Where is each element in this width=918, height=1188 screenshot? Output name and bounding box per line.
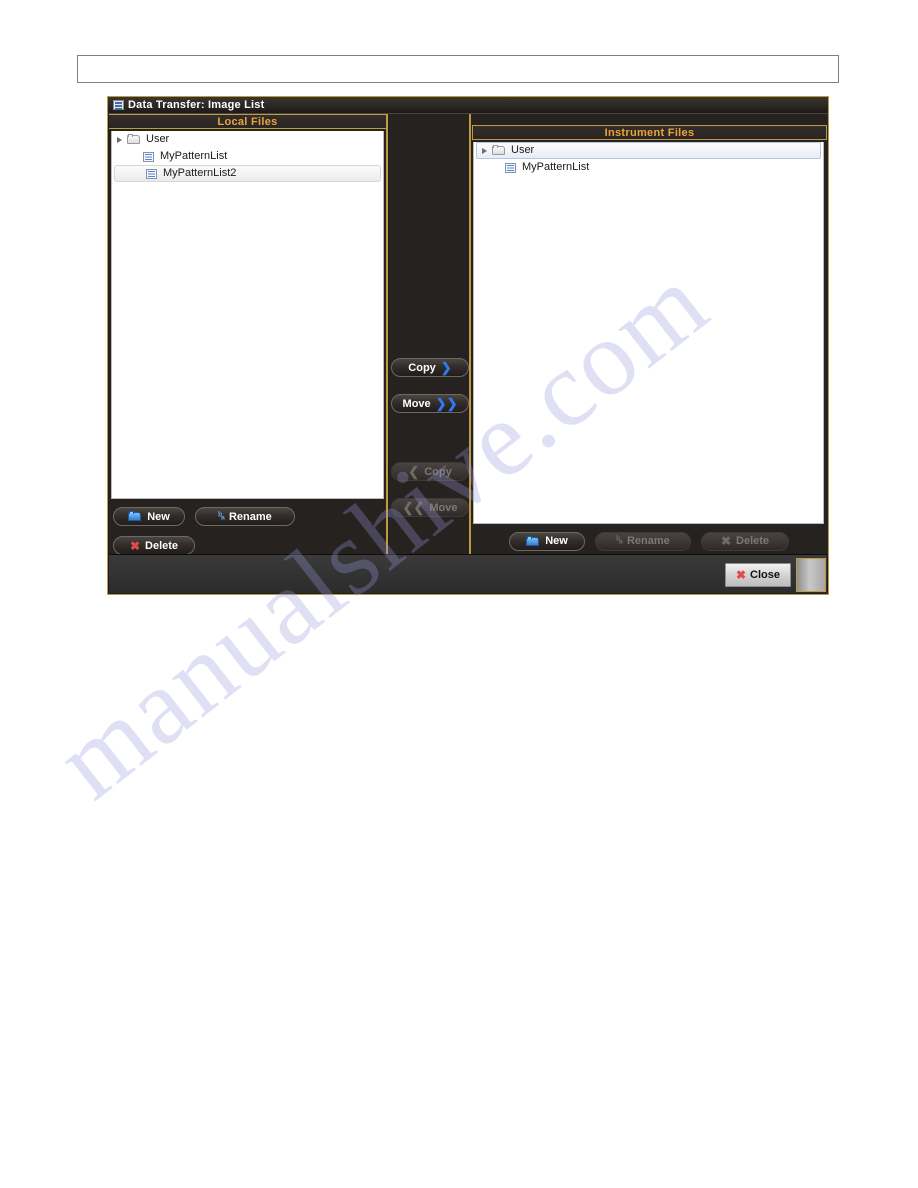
rename-button-instrument: ᵇₐ Rename (595, 531, 691, 551)
list-icon (143, 151, 154, 162)
list-item[interactable]: MyPatternList (112, 148, 383, 165)
status-bar: ✖ Close (109, 554, 827, 593)
close-button[interactable]: ✖ Close (725, 563, 791, 587)
copy-to-instrument-label: Copy (408, 361, 436, 374)
list-icon (505, 162, 516, 173)
new-button-instrument[interactable]: New (509, 531, 585, 551)
close-icon: ✖ (129, 538, 141, 553)
copy-to-instrument-button[interactable]: Copy ❯ (391, 358, 469, 377)
resize-grip[interactable] (796, 558, 826, 592)
delete-button-instrument: ✖ Delete (701, 531, 789, 551)
transfer-buttons-column: Copy ❯ Move ❯❯ ❮ Copy ❮❮ Move (389, 114, 471, 555)
list-item-label: User (146, 133, 170, 145)
move-to-local-label: Move (429, 501, 458, 514)
list-item[interactable]: User (112, 131, 383, 148)
local-files-list[interactable]: User MyPatternList MyPatternList2 (111, 131, 384, 499)
dialog-body: Local Files User MyPatternList MyPattern… (108, 114, 828, 594)
rename-button-instrument-label: Rename (626, 535, 670, 547)
new-button-local[interactable]: New (113, 507, 185, 526)
delete-button-local[interactable]: ✖ Delete (113, 536, 195, 555)
list-item-label: User (511, 144, 535, 156)
copy-to-local-label: Copy (424, 465, 452, 478)
local-files-header: Local Files (109, 114, 386, 129)
rename-button-local-label: Rename (228, 510, 272, 523)
new-button-instrument-label: New (545, 535, 568, 547)
rename-icon: ᵇₐ (616, 535, 623, 546)
instrument-files-list[interactable]: User MyPatternList (473, 142, 824, 524)
folder-icon (526, 535, 540, 547)
chevron-right-icon: ❯ (440, 360, 452, 375)
rename-button-local[interactable]: ᵇₐ Rename (195, 507, 295, 526)
chevron-left-icon: ❮ (408, 464, 420, 479)
close-button-label: Close (750, 569, 781, 581)
list-item-selected[interactable]: User (476, 142, 821, 159)
chevron-down-icon[interactable] (482, 147, 487, 154)
chevron-double-left-icon: ❮❮ (402, 500, 425, 515)
window-title: Data Transfer: Image List (128, 98, 265, 111)
chevron-down-icon[interactable] (117, 136, 122, 143)
instrument-files-button-bar: New ᵇₐ Rename ✖ Delete (473, 527, 824, 555)
delete-button-instrument-label: Delete (736, 535, 770, 547)
list-item[interactable]: MyPatternList (474, 159, 823, 176)
window-title-bar: Data Transfer: Image List (108, 97, 828, 114)
close-icon: ✖ (735, 568, 747, 582)
close-icon: ✖ (720, 534, 732, 548)
folder-icon (492, 145, 506, 156)
instrument-files-panel: Instrument Files User MyPatternList New (471, 114, 828, 555)
list-icon (146, 168, 157, 179)
move-to-instrument-button[interactable]: Move ❯❯ (391, 394, 469, 413)
list-icon (113, 100, 124, 110)
rename-icon: ᵇₐ (218, 510, 225, 522)
chevron-double-right-icon: ❯❯ (435, 396, 458, 411)
move-to-instrument-label: Move (402, 397, 431, 410)
move-to-local-button: ❮❮ Move (391, 498, 469, 517)
page-header-box (77, 55, 839, 83)
list-item-label: MyPatternList (522, 161, 590, 173)
list-item-label: MyPatternList (160, 150, 228, 162)
delete-button-local-label: Delete (145, 539, 179, 552)
copy-to-local-button: ❮ Copy (391, 462, 469, 481)
instrument-files-header: Instrument Files (472, 125, 827, 140)
local-files-panel: Local Files User MyPatternList MyPattern… (109, 114, 388, 571)
new-button-local-label: New (147, 510, 170, 523)
folder-icon (128, 511, 142, 522)
list-item-selected[interactable]: MyPatternList2 (114, 165, 381, 182)
data-transfer-dialog: Data Transfer: Image List Local Files Us… (107, 96, 829, 595)
list-item-label: MyPatternList2 (163, 167, 237, 179)
folder-icon (127, 134, 141, 145)
